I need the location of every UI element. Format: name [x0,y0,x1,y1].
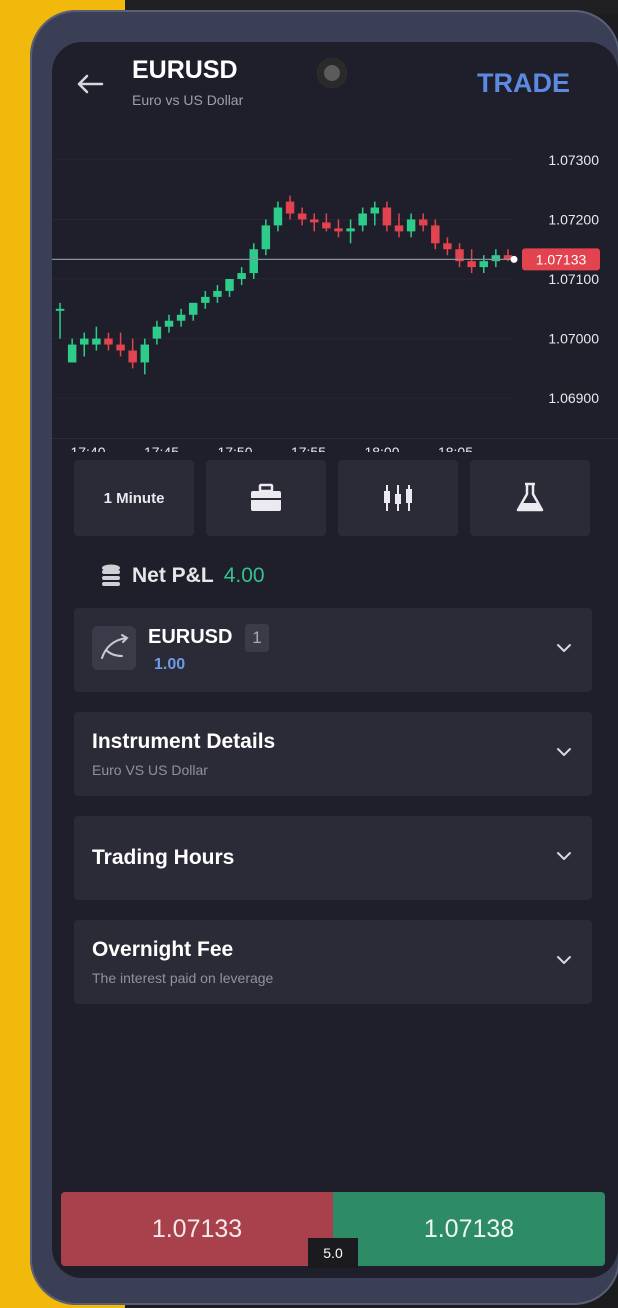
x-tick-label: 17:45 [144,444,179,452]
bull-logo-icon [101,634,129,659]
chevron-down-icon [557,956,571,964]
candle-body [176,314,186,321]
candle-body [418,219,428,226]
net-pnl-row: Net P&L 4.00 [100,560,265,592]
section-subtitle: Euro VS US Dollar [92,762,208,778]
candle-body [67,344,77,363]
candle-body [431,225,440,244]
front-camera [317,58,347,88]
chart-divider [52,438,618,439]
section-title: Overnight Fee [92,938,234,961]
symbol-title: EURUSD [132,56,238,84]
candle-body [285,201,295,214]
position-amount: 1.00 [154,656,186,673]
candle-body [128,350,137,363]
x-tick-label: 17:55 [291,444,326,452]
candle-body [92,338,101,345]
candle-body [80,338,89,345]
candle-body [322,222,331,229]
indicators-button[interactable] [338,460,458,536]
candle-body [382,207,392,226]
chevron-down-icon [557,748,571,756]
candle-body [394,225,404,232]
candle-body [225,279,234,291]
symbol-subtitle: Euro vs US Dollar [132,92,244,108]
section-title: Instrument Details [92,730,276,753]
candle-body [310,219,319,223]
arrow-left-icon [77,74,104,94]
candle-body [164,320,174,327]
y-tick-label: 1.07000 [548,331,599,347]
buy-button[interactable]: 1.07138 [333,1192,605,1266]
y-tick-label: 1.07200 [548,211,599,227]
x-tick-label: 17:40 [70,444,105,452]
candle-body [201,296,210,303]
x-tick-label: 18:05 [438,444,473,452]
candlestick-chart: 1.07300 1.07200 1.07100 1.07000 1.06900 17:4… [52,152,600,460]
buy-price: 1.07138 [423,1214,515,1243]
candle-body [116,344,125,351]
price-chart[interactable]: 1.07300 1.07200 1.07100 1.07000 1.06900 17:4… [52,132,618,460]
candle-body [346,228,355,232]
candle-body [213,290,222,297]
flask-icon [516,482,544,512]
candle-body [55,308,65,311]
current-price-label: 1.07133 [536,251,587,267]
timeframe-label: 1 Minute [103,489,165,507]
sell-button[interactable]: 1.07133 [61,1192,333,1266]
net-pnl-value: 4.00 [223,564,265,587]
net-pnl-label: Net P&L [132,564,214,587]
spread-value: 5.0 [323,1245,343,1261]
candle-body [152,326,162,339]
y-tick-label: 1.07100 [548,271,599,287]
candle-body [370,207,380,214]
timeframe-button[interactable]: 1 Minute [74,460,194,536]
section-title: Trading Hours [92,846,235,869]
portfolio-button[interactable] [206,460,326,536]
chevron-down-icon [557,644,571,652]
candle-body [467,261,476,268]
candle-body [261,225,271,250]
app-screen: EURUSD Euro vs US Dollar TRADE 1.07300 1.… [52,42,618,1278]
candle-body [273,207,283,226]
candle-body [479,261,488,268]
candle-body [237,273,246,280]
candle-body [358,213,367,226]
section-trading-hours[interactable]: Trading Hours [74,816,592,900]
briefcase-icon [251,483,281,511]
sell-price: 1.07133 [151,1214,243,1243]
lab-button[interactable] [470,460,590,536]
y-tick-label: 1.07300 [548,152,599,168]
candle-body [249,249,258,274]
candle-body [406,219,416,232]
candle-body [443,243,452,250]
candle-body [491,255,501,262]
section-instrument-details[interactable]: Instrument Details Euro VS US Dollar [74,712,592,796]
candlestick-icon [384,485,412,511]
candle-body [104,338,113,345]
x-tick-label: 17:50 [217,444,252,452]
coins-stack-icon [102,564,120,586]
candle-body [188,302,198,315]
back-button[interactable] [70,64,110,104]
candle-body [140,344,150,363]
x-tick-label: 18:00 [364,444,399,452]
instrument-logo [92,626,136,670]
chevron-down-icon [557,852,571,860]
trade-button[interactable]: TRADE [477,68,570,99]
candle-body [297,213,307,220]
section-overnight-fee[interactable]: Overnight Fee The interest paid on lever… [74,920,592,1004]
position-symbol: EURUSD [148,626,233,648]
spread-badge: 5.0 [308,1238,358,1268]
candle-body [334,228,343,232]
position-card[interactable]: EURUSD 1 1.00 [74,608,592,692]
section-subtitle: The interest paid on leverage [92,970,274,986]
position-count-badge: 1 [245,624,269,652]
y-tick-label: 1.06900 [548,390,599,406]
current-price-dot [510,255,518,263]
